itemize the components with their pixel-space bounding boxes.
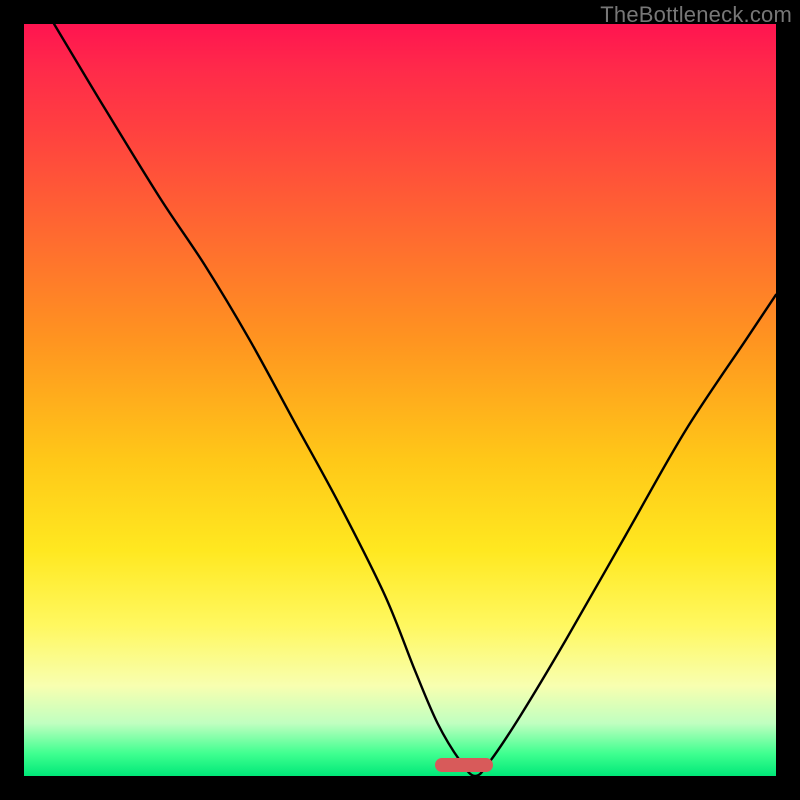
chart-frame: TheBottleneck.com bbox=[0, 0, 800, 800]
bottleneck-curve bbox=[24, 24, 776, 776]
optimum-marker bbox=[435, 758, 493, 772]
plot-area bbox=[24, 24, 776, 776]
